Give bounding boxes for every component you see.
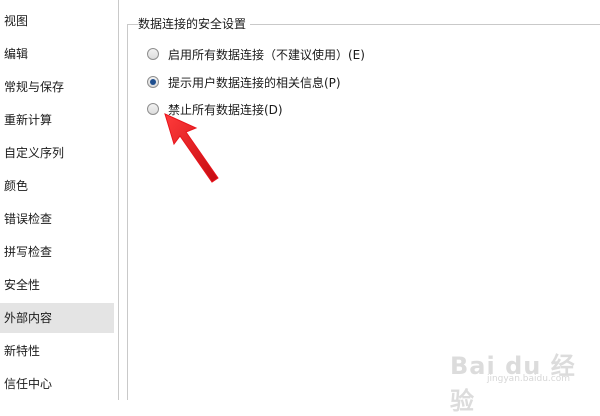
sidebar-item-view[interactable]: 视图 <box>0 6 114 36</box>
sidebar-item-error-check[interactable]: 错误检查 <box>0 204 114 234</box>
radio-button[interactable] <box>147 48 159 60</box>
sidebar-item-edit[interactable]: 编辑 <box>0 39 114 69</box>
sidebar-item-spell-check[interactable]: 拼写检查 <box>0 237 114 267</box>
sidebar-item-recalculate[interactable]: 重新计算 <box>0 105 114 135</box>
radio-label: 启用所有数据连接（不建议使用）(E) <box>168 47 365 62</box>
sidebar-item-new-features[interactable]: 新特性 <box>0 336 114 366</box>
sidebar-item-external-content[interactable]: 外部内容 <box>0 303 114 333</box>
settings-panel: 数据连接的安全设置 启用所有数据连接（不建议使用）(E) 提示用户数据连接的相关… <box>119 0 600 400</box>
radio-prompt-user[interactable]: 提示用户数据连接的相关信息(P) <box>147 73 341 91</box>
group-title: 数据连接的安全设置 <box>138 15 251 32</box>
sidebar-item-custom-lists[interactable]: 自定义序列 <box>0 138 114 168</box>
radio-label: 提示用户数据连接的相关信息(P) <box>168 75 341 90</box>
options-sidebar: 视图 编辑 常规与保存 重新计算 自定义序列 颜色 错误检查 拼写检查 安全性 … <box>0 0 116 400</box>
sidebar-item-colors[interactable]: 颜色 <box>0 171 114 201</box>
watermark: Bai du 经验 jingyan.baidu.com <box>450 346 590 415</box>
radio-button-checked[interactable] <box>147 76 159 88</box>
sidebar-item-security[interactable]: 安全性 <box>0 270 114 300</box>
radio-enable-all-connections[interactable]: 启用所有数据连接（不建议使用）(E) <box>147 45 365 63</box>
watermark-url: jingyan.baidu.com <box>486 374 570 384</box>
group-border-left <box>127 24 128 400</box>
red-arrow-annotation <box>164 113 219 183</box>
sidebar-item-trust-center[interactable]: 信任中心 <box>0 369 114 399</box>
sidebar-item-general-save[interactable]: 常规与保存 <box>0 72 114 102</box>
